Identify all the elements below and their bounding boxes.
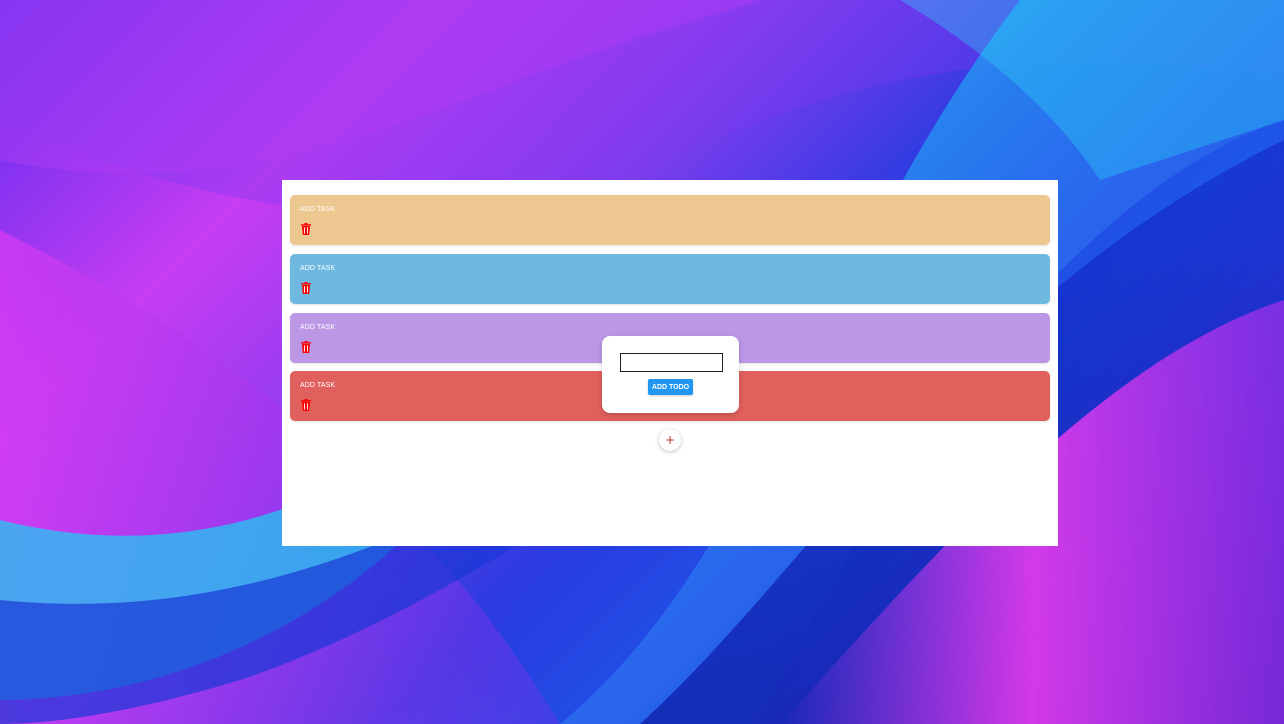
- trash-icon[interactable]: [301, 282, 311, 294]
- task-label: ADD TASK: [300, 382, 336, 389]
- plus-icon: +: [664, 433, 676, 447]
- trash-icon[interactable]: [301, 341, 311, 353]
- task-label: ADD TASK: [300, 206, 336, 213]
- trash-icon[interactable]: [301, 399, 311, 411]
- add-todo-popup: ADD TODO: [602, 336, 739, 413]
- task-label: ADD TASK: [300, 324, 336, 331]
- task-card: ADD TASK: [290, 254, 1050, 304]
- task-card: ADD TASK: [290, 195, 1050, 245]
- todo-app-window: ADD TASK ADD TASK ADD TASK ADD TASK ADD …: [282, 180, 1058, 546]
- task-label: ADD TASK: [300, 265, 336, 272]
- todo-input[interactable]: [620, 353, 723, 372]
- add-task-fab[interactable]: +: [659, 429, 681, 451]
- add-todo-button[interactable]: ADD TODO: [648, 379, 693, 395]
- trash-icon[interactable]: [301, 223, 311, 235]
